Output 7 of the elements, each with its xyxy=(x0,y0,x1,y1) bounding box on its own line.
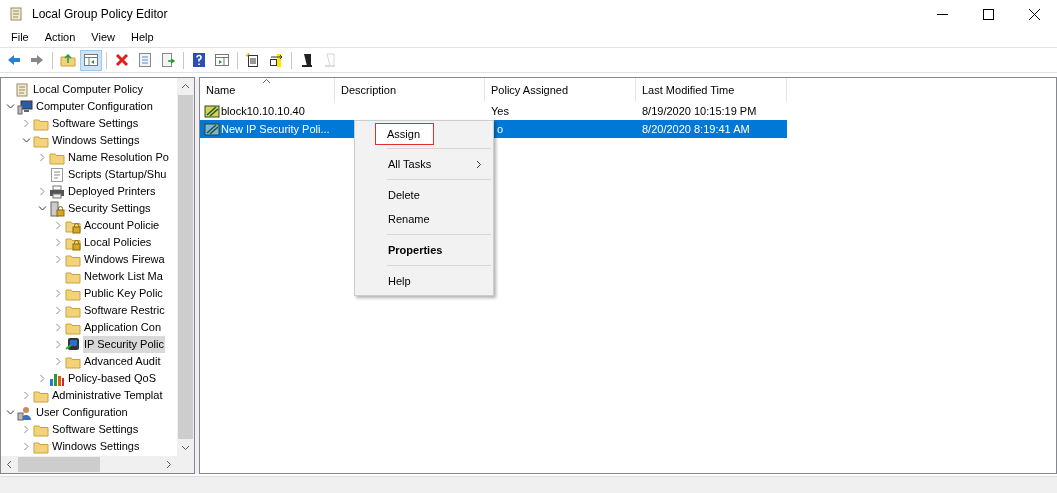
table-cell: block10.10.10.40 xyxy=(221,105,305,117)
table-cell: o xyxy=(497,123,504,135)
table-cell: Yes xyxy=(491,105,509,117)
table-cell: New IP Security Poli... xyxy=(221,123,330,135)
window-title: Local Group Policy Editor xyxy=(32,7,169,21)
table-cell: 8/20/2020 8:19:41 AM xyxy=(642,123,750,135)
table-cell: 8/19/2020 10:15:19 PM xyxy=(642,105,757,117)
